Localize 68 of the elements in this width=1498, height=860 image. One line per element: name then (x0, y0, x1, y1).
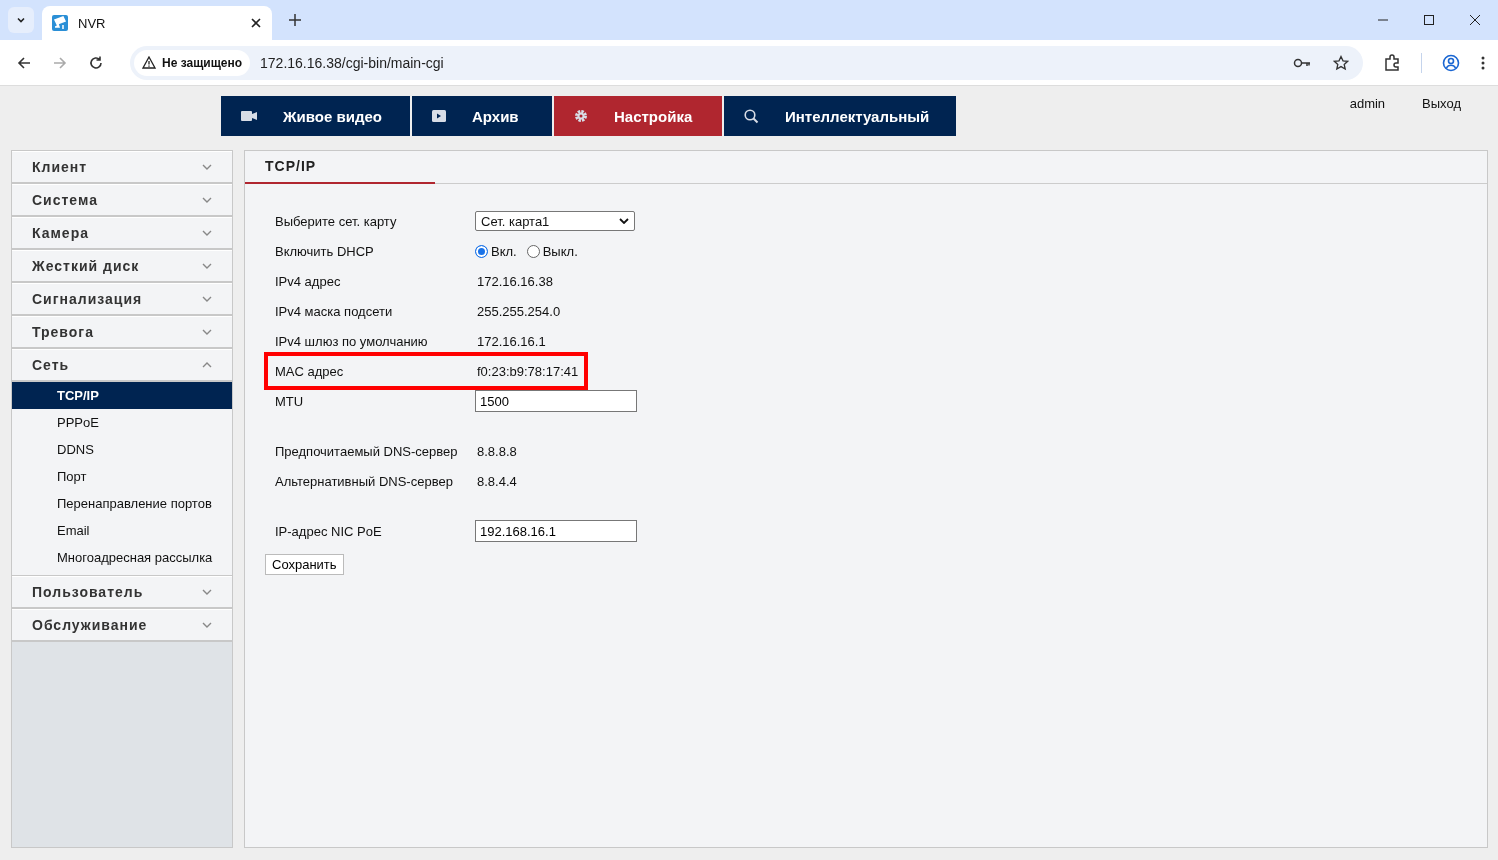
camera-icon (241, 110, 257, 122)
field-label: Альтернативный DNS-сервер (275, 473, 454, 489)
sidebar-item[interactable]: Перенаправление портов (12, 490, 232, 517)
radio-option[interactable]: Вкл. (475, 243, 517, 259)
menu-icon[interactable] (1480, 54, 1486, 71)
logout-link[interactable]: Выход (1422, 96, 1461, 111)
input-field[interactable]: 1500 (475, 390, 637, 412)
puzzle-icon[interactable] (1383, 53, 1401, 72)
field-value: 255.255.254.0 (477, 303, 561, 319)
sidebar-item[interactable]: DDNS (12, 436, 232, 463)
profile-icon[interactable] (1442, 53, 1460, 72)
reload-icon[interactable] (88, 54, 104, 71)
field-label: MTU (275, 393, 305, 409)
sidebar-section[interactable]: Сеть (12, 349, 232, 382)
sidebar-item[interactable]: Email (12, 517, 232, 544)
panel-tab[interactable]: TCP/IP (245, 151, 435, 184)
close-icon[interactable] (1469, 14, 1481, 26)
play-icon (432, 110, 446, 122)
sidebar-item[interactable]: TCP/IP (12, 382, 232, 409)
field-value: 8.8.8.8 (477, 443, 517, 459)
sidebar-section[interactable]: Система (12, 184, 232, 217)
security-chip[interactable]: Не защищено (134, 49, 251, 76)
warning-icon (142, 56, 156, 69)
star-icon[interactable] (1333, 54, 1349, 71)
close-icon[interactable] (250, 17, 262, 29)
sidebar-section[interactable]: Обслуживание (12, 609, 232, 642)
input-field[interactable]: 192.168.16.1 (475, 520, 637, 542)
sidebar-section[interactable]: Пользователь (12, 576, 232, 609)
camera-icon (52, 15, 68, 31)
sidebar-section[interactable]: Клиент (12, 151, 232, 184)
field-label: IP-адрес NIC PoE (275, 523, 383, 539)
sidebar-item[interactable]: Многоадресная рассылка (12, 544, 232, 571)
field-label: IPv4 адрес (275, 273, 342, 289)
radio-option[interactable]: Выкл. (526, 243, 578, 259)
field-value: 8.8.4.4 (477, 473, 517, 489)
save-button[interactable]: Сохранить (265, 554, 344, 575)
caret-icon (619, 218, 629, 224)
back-icon[interactable] (16, 54, 32, 71)
sidebar-section[interactable]: Сигнализация (12, 283, 232, 316)
new-tab-icon[interactable] (288, 13, 302, 27)
field-label: Предпочитаемый DNS-сервер (275, 443, 459, 459)
field-value: 172.16.16.1 (477, 333, 546, 349)
field-value: f0:23:b9:78:17:41 (477, 363, 579, 379)
field-value: 172.16.16.38 (477, 273, 553, 289)
key-icon[interactable] (1293, 56, 1311, 69)
settings-icon (574, 109, 588, 123)
maximize-icon[interactable] (1423, 14, 1435, 26)
network-card-dropdown[interactable]: Сет. карта1 (475, 211, 635, 231)
nav-tab[interactable]: Архив (412, 96, 552, 136)
nav-tab[interactable]: Интеллектуальный (724, 96, 956, 136)
browser-tab[interactable]: NVR (42, 6, 272, 40)
field-label: MAC адрес (275, 363, 345, 379)
sidebar-item[interactable]: PPPoE (12, 409, 232, 436)
url-text: 172.16.16.38/cgi-bin/main-cgi (260, 54, 444, 71)
field-label: Включить DHCP (275, 243, 375, 259)
sidebar-section[interactable]: Камера (12, 217, 232, 250)
field-label: IPv4 шлюз по умолчанию (275, 333, 429, 349)
sidebar-item[interactable]: Порт (12, 463, 232, 490)
tab-title: NVR (78, 15, 107, 31)
field-label: Выберите сет. карту (275, 213, 398, 229)
nav-tab[interactable]: Настройка (554, 96, 722, 136)
user-name: admin (1349, 96, 1386, 111)
search-icon (744, 108, 759, 124)
sidebar-section[interactable]: Тревога (12, 316, 232, 349)
field-label: IPv4 маска подсети (275, 303, 394, 319)
nav-tab[interactable]: Живое видео (221, 96, 410, 136)
sidebar-section[interactable]: Жесткий диск (12, 250, 232, 283)
address-bar[interactable]: Не защищено 172.16.16.38/cgi-bin/main-cgi (130, 45, 1363, 80)
